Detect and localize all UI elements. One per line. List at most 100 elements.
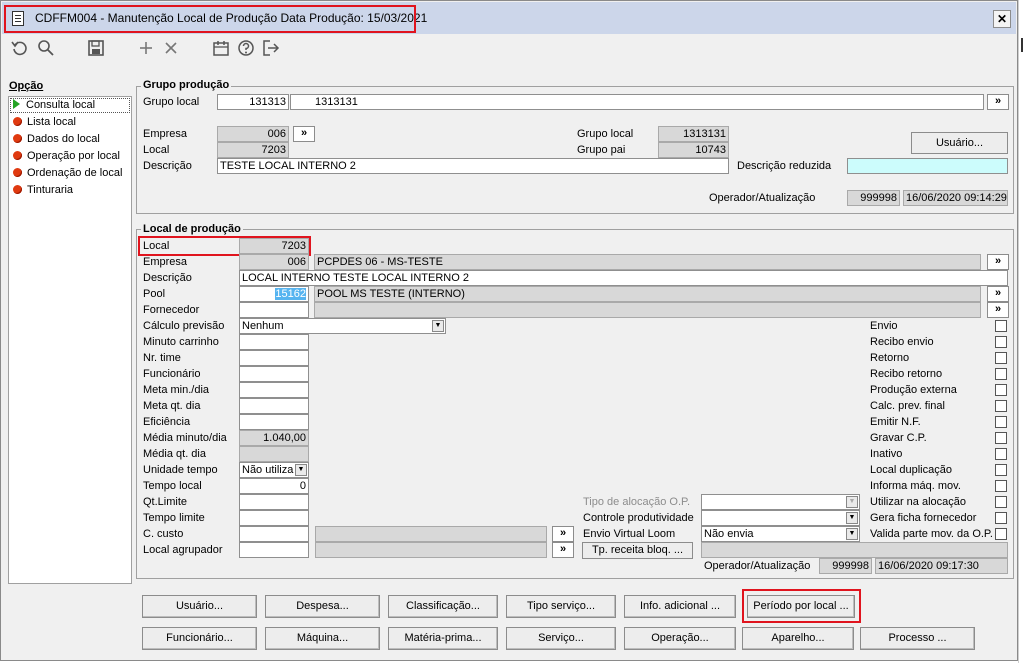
add-icon[interactable] [138, 39, 154, 63]
lp-calc-label: Cálculo previsão [143, 320, 225, 332]
main-window: CDFFM004 - Manutenção Local de Produção … [0, 0, 1018, 661]
grupo-local2-label: Grupo local [577, 128, 634, 140]
check-local-duplicacao[interactable] [995, 464, 1007, 476]
lp-empresa-lookup-button[interactable]: » [987, 254, 1009, 270]
calendar-icon[interactable] [212, 39, 230, 63]
lp-pool-field[interactable]: 15162 [239, 286, 309, 302]
lp-tp-receita-button[interactable]: Tp. receita bloq. ... [582, 542, 693, 559]
lp-eficiencia-field[interactable] [239, 414, 309, 430]
check-envio[interactable] [995, 320, 1007, 332]
sidebar-item-ordenacao-local[interactable]: Ordenação de local [13, 167, 122, 179]
sidebar-item-dados-local[interactable]: Dados do local [13, 133, 100, 145]
servico-button[interactable]: Serviço... [506, 627, 616, 650]
lp-funcionario-field[interactable] [239, 366, 309, 382]
check-informa-maq[interactable] [995, 480, 1007, 492]
lp-local-agrupador-field[interactable] [239, 542, 309, 558]
sidebar-item-consulta-local[interactable]: Consulta local [13, 99, 95, 111]
lp-controle-prod-label: Controle produtividade [583, 512, 694, 524]
sidebar-item-operacao-local[interactable]: Operação por local [13, 150, 120, 162]
tipo-servico-button[interactable]: Tipo serviço... [506, 595, 616, 618]
lp-local-agrupador-lookup-button[interactable]: » [552, 542, 574, 558]
lp-qt-limite-field[interactable] [239, 494, 309, 510]
lp-tempo-local-field[interactable]: 0 [239, 478, 309, 494]
despesa-button[interactable]: Despesa... [265, 595, 380, 618]
check-inativo[interactable] [995, 448, 1007, 460]
lp-unidade-tempo-select[interactable]: Não utiliza ▼ [239, 462, 309, 478]
lp-c-custo-name-field [315, 526, 547, 542]
check-producao-externa[interactable] [995, 384, 1007, 396]
lp-controle-prod-select[interactable]: ▼ [701, 510, 860, 526]
maquina-button[interactable]: Máquina... [265, 627, 380, 650]
grupo-operador-field: 999998 [847, 190, 900, 206]
lp-local-agrupador-name-field [315, 542, 547, 558]
lp-meta-min-field[interactable] [239, 382, 309, 398]
empresa-lookup-button[interactable]: » [293, 126, 315, 142]
lp-fornecedor-lookup-button[interactable]: » [987, 302, 1009, 318]
desc-reduzida-label: Descrição reduzida [737, 160, 832, 172]
lp-fornecedor-field[interactable] [239, 302, 309, 318]
check-calc-prev-final[interactable] [995, 400, 1007, 412]
check-emitir-nf[interactable] [995, 416, 1007, 428]
sidebar-item-lista-local[interactable]: Lista local [13, 116, 76, 128]
check-gera-ficha[interactable] [995, 512, 1007, 524]
lp-media-minuto-field: 1.040,00 [239, 430, 309, 446]
close-button[interactable]: ✕ [993, 10, 1011, 28]
save-icon[interactable] [87, 39, 105, 63]
check-retorno[interactable] [995, 352, 1007, 364]
check-valida-parte[interactable] [995, 528, 1007, 540]
lp-pool-lookup-button[interactable]: » [987, 286, 1009, 302]
check-producao-externa-label: Produção externa [870, 384, 957, 396]
grupo-local-code-field[interactable]: 131313 [217, 94, 289, 110]
lp-tempo-local-label: Tempo local [143, 480, 202, 492]
lp-media-minuto-label: Média minuto/dia [143, 432, 227, 444]
aparelho-button[interactable]: Aparelho... [742, 627, 854, 650]
lp-empresa-name-field: PCPDES 06 - MS-TESTE [314, 254, 981, 270]
empresa-field: 006 [217, 126, 289, 142]
grupo-producao-title: Grupo produção [141, 79, 232, 91]
grupo-local-name-field[interactable]: 1313131 [290, 94, 984, 110]
funcionario-button[interactable]: Funcionário... [142, 627, 257, 650]
check-recibo-envio[interactable] [995, 336, 1007, 348]
lp-tempo-limite-field[interactable] [239, 510, 309, 526]
exit-icon[interactable] [262, 39, 280, 63]
check-utilizar-alocacao[interactable] [995, 496, 1007, 508]
lp-meta-qt-field[interactable] [239, 398, 309, 414]
delete-icon[interactable] [163, 39, 179, 63]
usuario-button[interactable]: Usuário... [142, 595, 257, 618]
check-emitir-nf-label: Emitir N.F. [870, 416, 921, 428]
check-gravar-cp-label: Gravar C.P. [870, 432, 927, 444]
local-label: Local [143, 144, 170, 156]
grupo-usuario-button[interactable]: Usuário... [911, 132, 1008, 154]
search-icon[interactable] [37, 39, 55, 63]
processo-button[interactable]: Processo ... [860, 627, 975, 650]
lp-pool-label: Pool [143, 288, 166, 300]
help-icon[interactable] [237, 39, 255, 63]
lp-c-custo-lookup-button[interactable]: » [552, 526, 574, 542]
grupo-local-lookup-button[interactable]: » [987, 94, 1009, 110]
lp-calc-select[interactable]: Nenhum ▼ [239, 318, 446, 334]
periodo-highlight [742, 589, 861, 623]
undo-icon[interactable] [11, 39, 29, 63]
red-bullet-icon [13, 185, 22, 194]
lp-nr-time-field[interactable] [239, 350, 309, 366]
lp-descricao-field[interactable]: LOCAL INTERNO TESTE LOCAL INTERNO 2 [239, 270, 1008, 286]
check-envio-label: Envio [870, 320, 898, 332]
lp-c-custo-label: C. custo [143, 528, 184, 540]
lp-minuto-carrinho-field[interactable] [239, 334, 309, 350]
lp-c-custo-field[interactable] [239, 526, 309, 542]
materia-prima-button[interactable]: Matéria-prima... [388, 627, 498, 650]
check-recibo-envio-label: Recibo envio [870, 336, 934, 348]
sidebar-item-tinturaria[interactable]: Tinturaria [13, 184, 73, 196]
operacao-button[interactable]: Operação... [624, 627, 736, 650]
classificacao-button[interactable]: Classificação... [388, 595, 498, 618]
check-gravar-cp[interactable] [995, 432, 1007, 444]
lp-envio-virtual-label: Envio Virtual Loom [583, 528, 676, 540]
check-recibo-retorno[interactable] [995, 368, 1007, 380]
grupo-pai-label: Grupo pai [577, 144, 626, 156]
lp-unidade-tempo-label: Unidade tempo [143, 464, 218, 476]
descricao-field[interactable]: TESTE LOCAL INTERNO 2 [217, 158, 729, 174]
info-adicional-button[interactable]: Info. adicional ... [624, 595, 736, 618]
lp-pool-name-field: POOL MS TESTE (INTERNO) [314, 286, 981, 302]
lp-envio-virtual-select[interactable]: Não envia ▼ [701, 526, 860, 542]
desc-reduzida-field[interactable] [847, 158, 1008, 174]
